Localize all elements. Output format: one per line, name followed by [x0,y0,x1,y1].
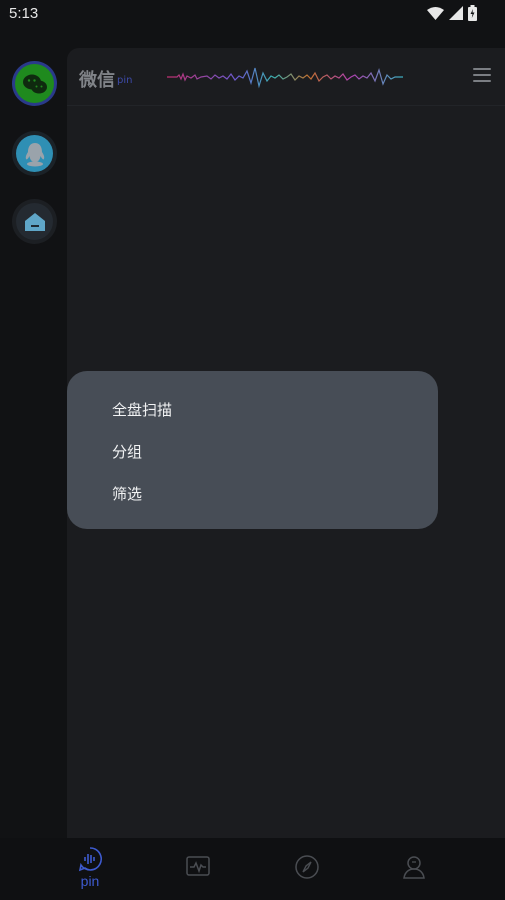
app-header: 微信 pin [67,48,505,106]
nav-item-discover[interactable] [287,846,327,894]
nav-item-activity[interactable] [178,846,218,894]
rail-item-wechat[interactable] [12,61,57,106]
sound-wave-icon [167,67,403,89]
qq-icon [25,142,44,166]
compass-icon [295,855,319,879]
wechat-icon [22,74,47,93]
page-subtitle: pin [117,75,133,86]
rail-item-qq[interactable] [12,131,57,176]
app-rail [0,48,67,838]
home-icon [24,212,45,231]
status-time: 5:13 [9,5,39,22]
profile-icon [403,856,425,879]
voice-pin-icon [78,847,102,872]
menu-item-full-scan[interactable]: 全盘扫描 [112,399,172,420]
nav-label-pin: pin [80,873,100,889]
nav-item-pin[interactable]: pin [70,846,110,894]
wifi-icon [427,6,444,20]
rail-item-home[interactable] [12,199,57,244]
hamburger-menu-icon[interactable] [473,68,491,84]
nav-item-profile[interactable] [394,846,434,894]
popup-menu: 全盘扫描 分组 筛选 [67,371,438,529]
battery-icon [468,5,477,21]
signal-icon [449,6,463,20]
menu-item-group[interactable]: 分组 [112,441,142,462]
activity-monitor-icon [186,856,210,876]
status-bar: 5:13 [0,0,505,28]
bottom-nav: pin [0,838,505,900]
page-title: 微信 [79,70,115,91]
status-icons [427,5,477,21]
menu-item-filter[interactable]: 筛选 [112,483,142,504]
